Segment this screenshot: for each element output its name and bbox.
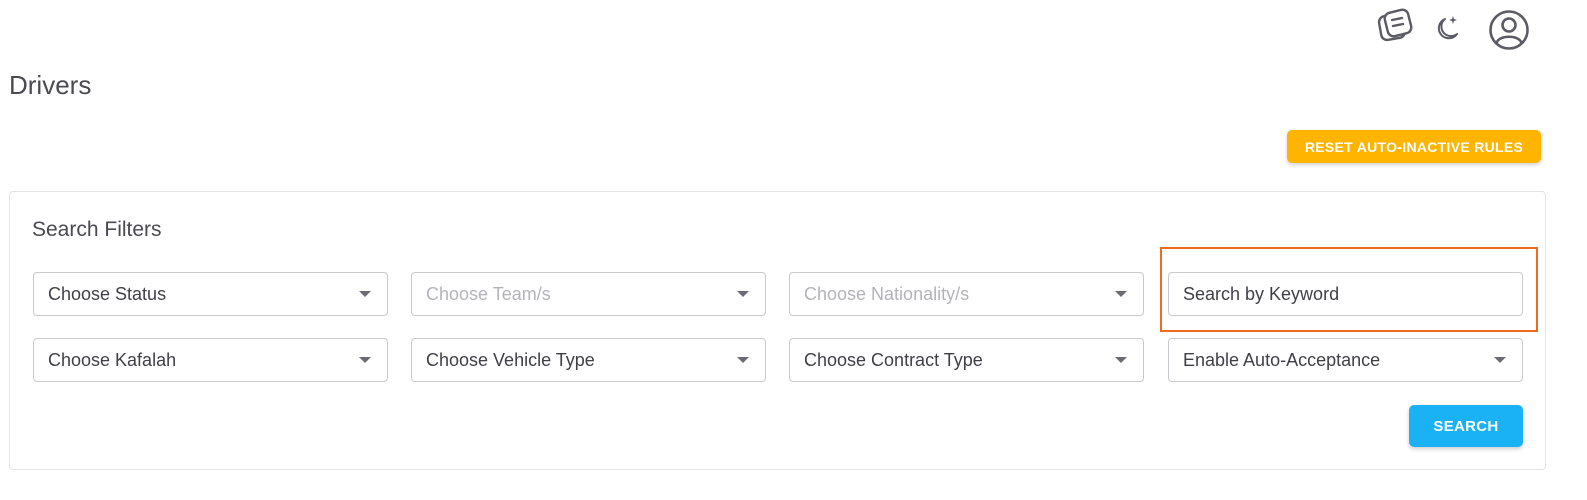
kafalah-select[interactable]: Choose Kafalah [33,338,388,382]
status-select[interactable]: Choose Status [33,272,388,316]
contract-type-select[interactable]: Choose Contract Type [789,338,1144,382]
chevron-down-icon [1494,357,1506,363]
page-title: Drivers [9,70,92,100]
nationality-select[interactable]: Choose Nationality/s [789,272,1144,316]
reset-auto-inactive-rules-button[interactable]: RESET AUTO-INACTIVE RULES [1287,130,1541,163]
search-filters-card [9,191,1546,470]
team-select[interactable]: Choose Team/s [411,272,766,316]
chevron-down-icon [359,357,371,363]
vehicle-type-select-value: Choose Vehicle Type [426,349,595,370]
chevron-down-icon [1115,291,1127,297]
chevron-down-icon [737,357,749,363]
status-select-value: Choose Status [48,283,167,304]
search-button[interactable]: SEARCH [1409,405,1523,447]
user-circle-icon[interactable] [1486,8,1532,52]
auto-acceptance-select-value: Enable Auto-Acceptance [1183,349,1381,370]
keyword-search-input[interactable] [1168,272,1523,316]
vehicle-type-select[interactable]: Choose Vehicle Type [411,338,766,382]
nationality-select-placeholder: Choose Nationality/s [804,283,970,304]
contract-type-select-value: Choose Contract Type [804,349,983,370]
chevron-down-icon [737,291,749,297]
notes-icon[interactable] [1376,6,1416,46]
kafalah-select-value: Choose Kafalah [48,349,177,370]
moon-stars-icon[interactable] [1432,12,1462,44]
auto-acceptance-select[interactable]: Enable Auto-Acceptance [1168,338,1523,382]
team-select-placeholder: Choose Team/s [426,283,551,304]
chevron-down-icon [1115,357,1127,363]
chevron-down-icon [359,291,371,297]
search-filters-title: Search Filters [32,218,162,241]
